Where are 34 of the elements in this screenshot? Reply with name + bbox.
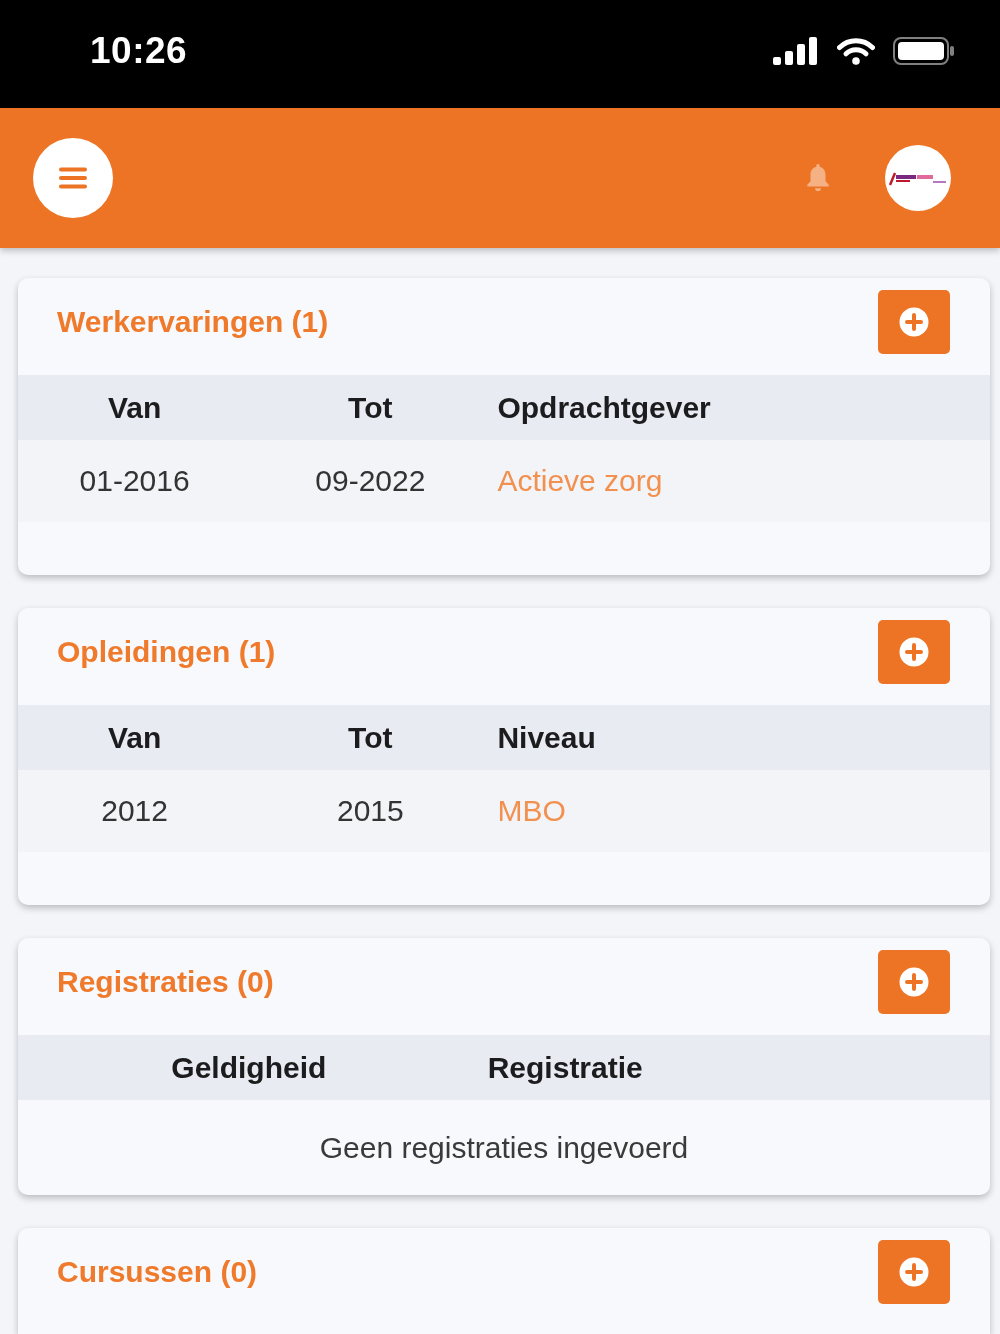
section-title: Cursussen (0)	[57, 1255, 258, 1289]
battery-icon	[893, 37, 955, 65]
table-cell: 01-2016	[79, 464, 190, 498]
column-header: Opdrachtgever	[497, 390, 711, 425]
column-header: Geldigheid	[171, 1050, 327, 1085]
column-header: Van	[107, 720, 162, 755]
add-button[interactable]	[878, 950, 950, 1014]
table-cell: 2012	[101, 794, 168, 828]
add-button[interactable]	[878, 290, 950, 354]
table-cell: 09-2022	[315, 464, 426, 498]
column-header: Van	[107, 390, 162, 425]
empty-message: Geen registraties ingevoerd	[319, 1130, 689, 1165]
add-button[interactable]	[878, 620, 950, 684]
column-header: Niveau	[497, 720, 596, 755]
add-button[interactable]	[878, 1240, 950, 1304]
plus-circle-icon	[899, 307, 929, 337]
table-cell: 2015	[336, 794, 404, 828]
plus-circle-icon	[899, 637, 929, 667]
column-header: Tot	[348, 390, 393, 425]
column-header: Tot	[348, 720, 393, 755]
bell-icon[interactable]	[805, 163, 831, 193]
column-header: Registratie	[487, 1050, 643, 1085]
table-link[interactable]: Actieve zorg	[497, 464, 663, 498]
plus-circle-icon	[899, 967, 929, 997]
section-title: Opleidingen (1)	[57, 635, 276, 669]
logo-icon	[889, 170, 947, 186]
wifi-icon	[837, 37, 875, 65]
signal-icon	[773, 37, 819, 65]
section-title: Werkervaringen (1)	[57, 305, 329, 339]
status-time: 10:26	[90, 30, 188, 72]
table-link[interactable]: MBO	[497, 794, 566, 828]
plus-circle-icon	[899, 1257, 929, 1287]
menu-icon	[59, 167, 87, 189]
section-title: Registraties (0)	[57, 965, 274, 999]
